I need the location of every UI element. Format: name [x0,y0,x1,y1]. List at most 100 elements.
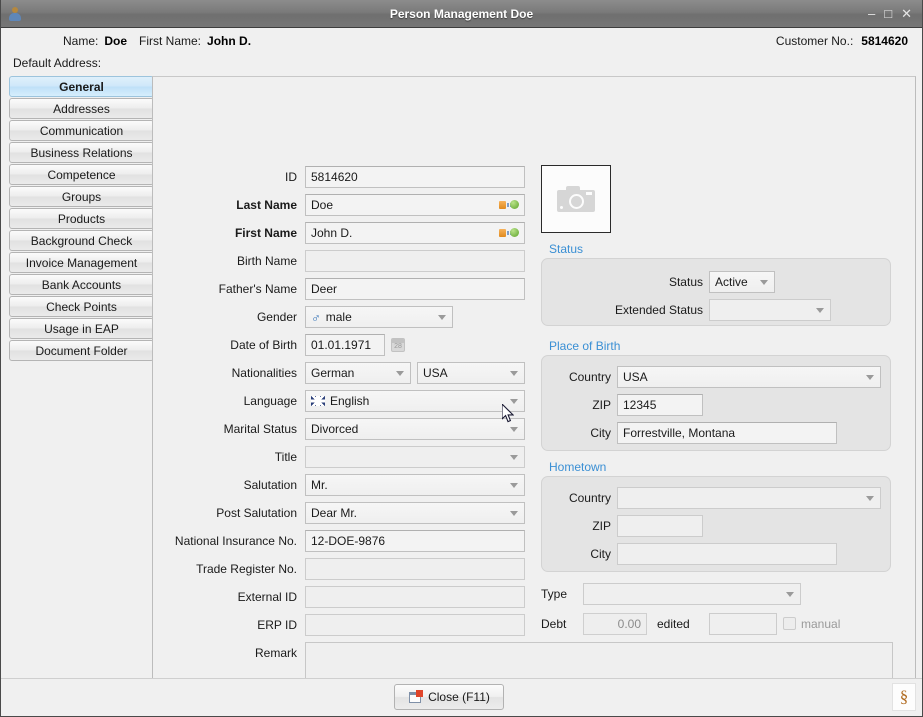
hometown-zip-input[interactable] [617,515,703,537]
merge-status-icon [499,200,519,210]
sidebar-item-products[interactable]: Products [9,208,154,229]
birth-name-input[interactable] [305,250,525,272]
calendar-icon[interactable]: 28 [391,338,405,352]
field-row-title: Title [153,446,525,468]
photo-placeholder[interactable] [541,165,611,233]
pob-city-input[interactable]: Forrestville, Montana [617,422,837,444]
marital-status-value: Divorced [311,422,359,436]
window-title: Person Management Doe [389,6,534,21]
uk-flag-icon [311,396,325,406]
person-management-window: Person Management Doe – □ ✕ Name: Doe Fi… [0,0,923,717]
nationality-secondary-value: USA [423,366,448,380]
section-sign-icon[interactable]: § [892,683,916,711]
erp-id-input[interactable] [305,614,525,636]
extended-status-select[interactable] [709,299,831,321]
edited-input[interactable] [709,613,777,635]
sidebar-item-groups[interactable]: Groups [9,186,154,207]
sidebar-item-label: Document Folder [35,343,128,358]
status-group-title: Status [549,242,584,256]
post-salutation-select[interactable]: Dear Mr. [305,502,525,524]
place-of-birth-group-title: Place of Birth [549,339,621,353]
last-name-label: Last Name [236,198,297,212]
fathers-name-input[interactable]: Deer [305,278,525,300]
salutation-label: Salutation [243,478,297,492]
merge-status-icon [499,228,519,238]
calendar-day: 28 [394,343,402,350]
erp-id-label: ERP ID [257,618,297,632]
external-id-input[interactable] [305,586,525,608]
nationality-secondary-select[interactable]: USA [417,362,525,384]
close-icon[interactable]: ✕ [901,7,912,20]
debt-value: 0.00 [617,617,641,631]
chevron-down-icon [510,399,518,404]
maximize-button[interactable]: □ [884,7,892,20]
hometown-country-select[interactable] [617,487,881,509]
gender-select[interactable]: ♂ male [305,306,453,328]
extended-status-label: Extended Status [614,303,703,317]
chevron-down-icon [816,308,824,313]
sidebar-item-label: Background Check [30,233,133,248]
marital-status-select[interactable]: Divorced [305,418,525,440]
default-address-label: Default Address: [13,56,102,70]
pob-country-select[interactable]: USA [617,366,881,388]
chevron-down-icon [786,592,794,597]
general-tab-panel: ID 5814620 Last Name Doe First Name John… [152,76,916,716]
sidebar-item-document-folder[interactable]: Document Folder [9,340,154,361]
salutation-select[interactable]: Mr. [305,474,525,496]
hometown-city-input[interactable] [617,543,837,565]
national-insurance-no-value: 12-DOE-9876 [311,534,386,548]
edited-label: edited [657,617,690,631]
sidebar-item-label: Products [57,211,106,226]
nationalities-label: Nationalities [231,366,297,380]
date-of-birth-input[interactable]: 01.01.1971 [305,334,385,356]
window-titlebar: Person Management Doe – □ ✕ [1,0,922,28]
sidebar-item-addresses[interactable]: Addresses [9,98,154,119]
sidebar-item-communication[interactable]: Communication [9,120,154,141]
last-name-input[interactable]: Doe [305,194,525,216]
header-name-label: Name: [63,34,99,48]
customer-no-label: Customer No.: [775,34,854,48]
status-label: Status [668,275,703,289]
minimize-button[interactable]: – [868,7,875,20]
first-name-label: First Name [234,226,297,240]
manual-checkbox[interactable] [783,617,796,630]
hometown-zip-label: ZIP [592,519,611,533]
status-select[interactable]: Active [709,271,775,293]
trade-register-no-label: Trade Register No. [196,562,297,576]
sidebar-item-competence[interactable]: Competence [9,164,154,185]
sidebar-item-label: Check Points [46,299,117,314]
sidebar-item-bank-accounts[interactable]: Bank Accounts [9,274,154,295]
language-select[interactable]: English [305,390,525,412]
hometown-city-label: City [590,547,611,561]
sidebar-item-usage-in-eap[interactable]: Usage in EAP [9,318,154,339]
type-select[interactable] [583,583,801,605]
gender-value: male [325,310,352,324]
sidebar-item-check-points[interactable]: Check Points [9,296,154,317]
first-name-input[interactable]: John D. [305,222,525,244]
id-input[interactable]: 5814620 [305,166,525,188]
hometown-group-title: Hometown [549,460,607,474]
gender-label: Gender [256,310,297,324]
post-salutation-label: Post Salutation [216,506,297,520]
nationality-primary-select[interactable]: German [305,362,411,384]
id-label: ID [285,170,297,184]
trade-register-no-input[interactable] [305,558,525,580]
national-insurance-no-input[interactable]: 12-DOE-9876 [305,530,525,552]
id-value: 5814620 [311,170,358,184]
record-header: Name: Doe First Name: John D. Default Ad… [1,28,922,73]
sidebar-item-general[interactable]: General [9,76,154,97]
sidebar-item-label: Competence [47,167,116,182]
sidebar-item-label: Groups [61,189,102,204]
pob-zip-value: 12345 [623,398,657,412]
sidebar-item-background-check[interactable]: Background Check [9,230,154,251]
close-button[interactable]: Close (F11) [394,684,504,710]
pob-zip-input[interactable]: 12345 [617,394,703,416]
field-row-id: ID 5814620 [153,166,525,188]
chevron-down-icon [866,496,874,501]
field-row-birth-name: Birth Name [153,250,525,272]
title-select[interactable] [305,446,525,468]
chevron-down-icon [396,371,404,376]
sidebar-item-business-relations[interactable]: Business Relations [9,142,154,163]
pob-city-label: City [590,426,611,440]
sidebar-item-invoice-management[interactable]: Invoice Management [9,252,154,273]
